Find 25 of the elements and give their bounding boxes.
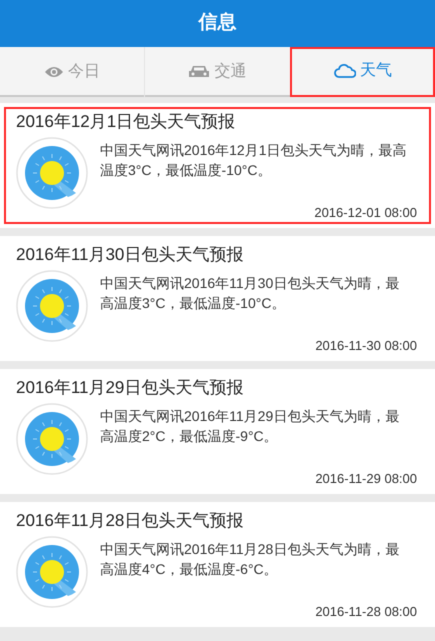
news-time: 2016-11-29 08:00 (315, 470, 418, 488)
news-time: 2016-11-30 08:00 (315, 336, 418, 354)
news-time: 2016-12-01 08:00 (314, 204, 418, 222)
sunny-weather-icon (16, 536, 88, 608)
car-icon (188, 65, 210, 79)
news-summary: 中国天气网讯2016年11月30日包头天气为晴，最高温度3°C，最低温度-10°C。 (100, 274, 400, 313)
news-title: 2016年11月29日包头天气预报 (16, 377, 244, 399)
cloud-icon (334, 63, 356, 79)
sunny-weather-icon (16, 137, 88, 209)
news-card[interactable]: 2016年11月30日包头天气预报 中国天气网讯2016年11月30日包头天气为晴，最高温度3°C，最低温度-10°C。 2016-11-30 08:00 (0, 236, 435, 361)
news-summary: 中国天气网讯2016年12月1日包头天气为晴，最高温度3°C，最低温度-10°C。 (100, 141, 408, 180)
news-summary: 中国天气网讯2016年11月29日包头天气为晴，最高温度2°C，最低温度-9°C。 (100, 407, 400, 446)
news-title: 2016年11月30日包头天气预报 (16, 244, 244, 266)
tab[interactable]: 天气 (290, 47, 435, 97)
news-card[interactable]: 2016年11月28日包头天气预报 中国天气网讯2016年11月28日包头天气为晴，最高温度4°C，最低温度-6°C。 2016-11-28 08:00 (0, 502, 435, 627)
news-title: 2016年11月28日包头天气预报 (16, 510, 244, 532)
news-card[interactable]: 2016年12月1日包头天气预报 中国天气网讯2016年12月1日包头天气为晴，最高温度3°C，最低温度-10°C。 2016-12-01 08:00 (0, 103, 435, 228)
news-time: 2016-11-28 08:00 (315, 602, 418, 620)
sunny-weather-icon (16, 270, 88, 342)
news-title: 2016年12月1日包头天气预报 (16, 111, 236, 133)
sunny-weather-icon (16, 403, 88, 475)
news-summary: 中国天气网讯2016年11月28日包头天气为晴，最高温度4°C，最低温度-6°C。 (100, 540, 400, 579)
header-title: 信息 (198, 11, 236, 36)
news-card[interactable]: 2016年11月29日包头天气预报 中国天气网讯2016年11月29日包头天气为晴，最高温度2°C，最低温度-9°C。 2016-11-29 08:00 (0, 369, 435, 494)
eye-icon (44, 65, 64, 79)
